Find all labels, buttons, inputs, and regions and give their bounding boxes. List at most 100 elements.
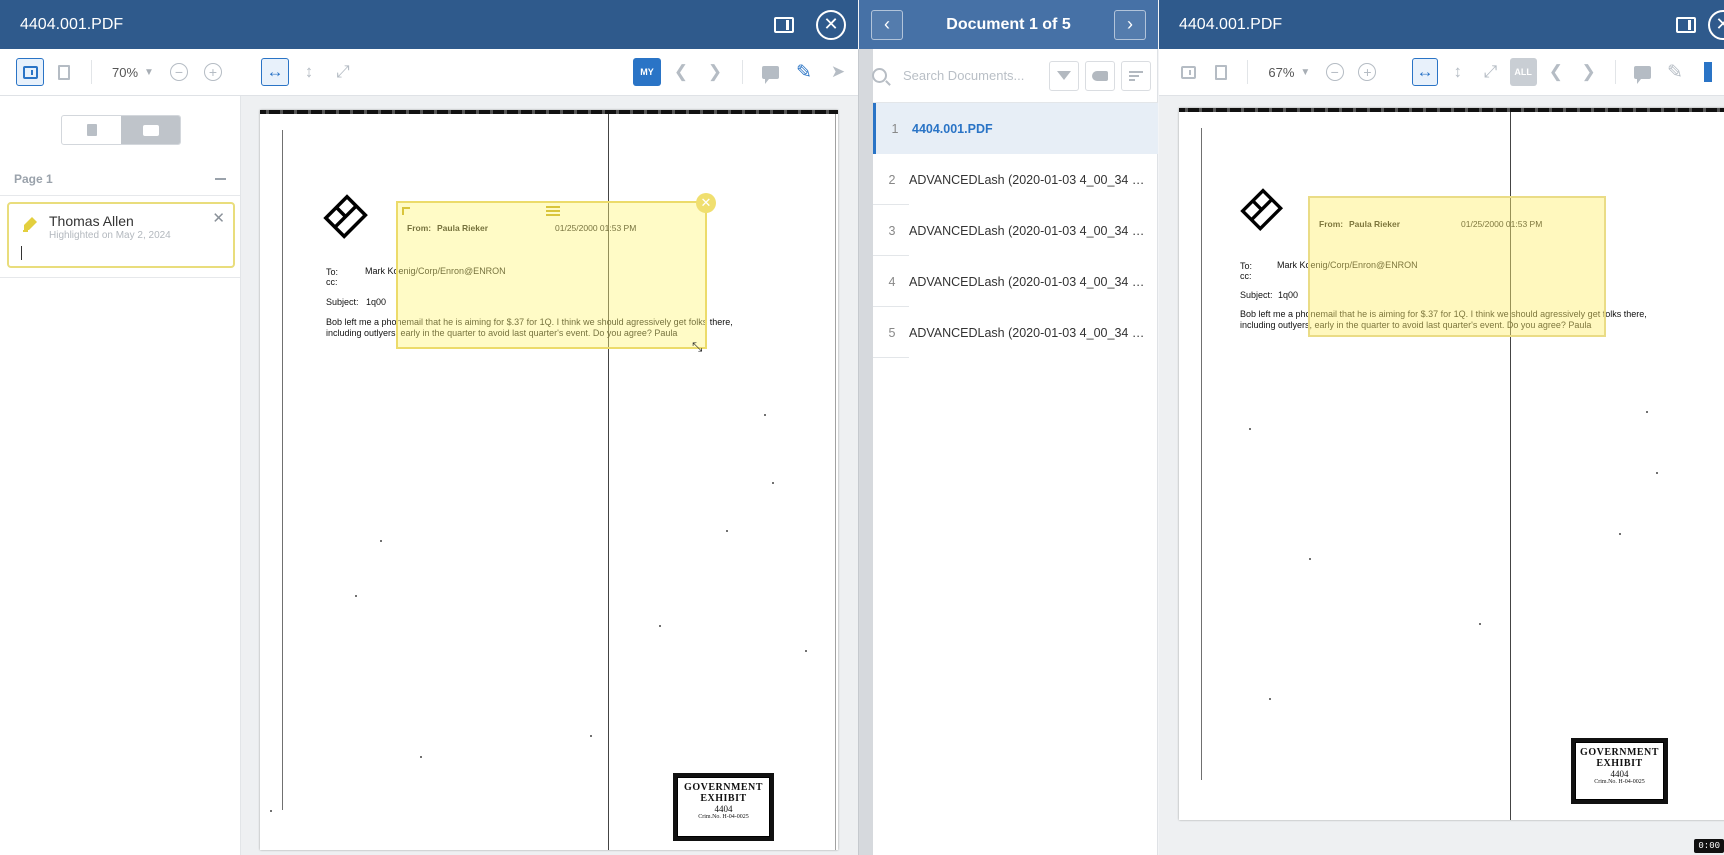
document-list-panel: 1 4404.001.PDF 2 ADVANCEDLash (2020-01-0… [872,49,1158,855]
comment-text-cursor[interactable] [21,246,22,260]
fit-width-button[interactable]: ↔ [1411,58,1439,86]
resize-corner-handle[interactable] [402,207,410,215]
highlight-selection[interactable] [396,201,707,349]
next-annotation-button[interactable]: ❯ [1575,58,1602,86]
tag-button[interactable] [1085,60,1115,91]
filter-icon [1057,71,1071,80]
left-document-viewer[interactable]: From: Paula Rieker 01/25/2000 01:53 PM T… [241,96,858,855]
highlight-tool-button[interactable]: ✎ [790,58,818,86]
left-viewer-title: 4404.001.PDF [20,15,124,33]
fit-page-button[interactable]: ⤢ [329,58,357,86]
annotations-sidebar: Page 1 Thomas Allen Highlighted on May 2… [0,96,241,855]
chevron-left-icon: ❮ [1548,62,1563,81]
document-gear-icon [1215,64,1228,80]
right-viewer-title: 4404.001.PDF [1179,15,1283,33]
pdf-page[interactable]: From: Paula Rieker 01/25/2000 01:53 PM T… [1179,108,1724,820]
remove-highlight-button[interactable]: ✕ [696,193,716,213]
close-viewer-button[interactable]: ✕ [1708,9,1724,40]
comment-tool-button[interactable] [756,58,784,86]
previous-annotation-button[interactable]: ❮ [1543,58,1570,86]
fit-height-button[interactable]: ↕ [295,58,323,86]
previous-document-button[interactable]: ‹ [871,9,903,40]
toggle-panel-icon[interactable] [1676,16,1696,33]
enron-logo [323,194,368,239]
next-annotation-button[interactable]: ❯ [701,58,729,86]
plus-circle-icon: + [203,63,222,81]
sort-button[interactable] [1121,60,1151,91]
close-viewer-button[interactable]: ✕ [816,9,846,40]
toolbar-divider [1614,60,1616,84]
collapse-icon[interactable] [215,178,226,180]
divider [0,195,240,196]
comment-tool-button[interactable] [1629,58,1656,86]
minus-circle-icon: − [169,63,188,81]
fit-height-button[interactable]: ↕ [1444,58,1471,86]
stamp-line: Crim.No. H-04-0025 [698,814,749,820]
zoom-in-button[interactable]: + [1354,58,1381,86]
scan-line [835,114,836,850]
cursor-icon: ➤ [830,62,846,81]
scan-speck [805,650,807,652]
chevron-right-icon: ❯ [1581,62,1596,81]
toolbar-divider [91,60,92,84]
delete-annotation-button[interactable]: ✕ [212,209,225,227]
panel-splitter[interactable] [858,49,873,855]
document-name: ADVANCEDLash (2020-01-03 4_00_34 PM).... [909,274,1149,289]
toggle-panel-icon[interactable] [774,16,794,33]
scan-speck [772,482,774,484]
fit-width-icon: ↔ [1416,62,1434,81]
fit-width-button[interactable]: ↔ [260,58,289,86]
close-icon: ✕ [1715,14,1724,34]
email-subject-value: 1q00 [1278,290,1299,300]
right-viewer-titlebar: 4404.001.PDF ✕ [1159,0,1724,49]
zoom-in-button[interactable]: + [199,58,227,86]
select-tool-button[interactable] [1694,58,1721,86]
close-icon: ✕ [823,14,839,34]
zoom-out-button[interactable]: − [165,58,193,86]
document-row[interactable]: 2 ADVANCEDLash (2020-01-03 4_00_34 PM)..… [873,154,1158,205]
email-subject-label: Subject: [1240,290,1273,300]
previous-annotation-button[interactable]: ❮ [667,58,695,86]
zoom-out-button[interactable]: − [1321,58,1348,86]
document-settings-button[interactable] [50,58,78,86]
drag-handle-icon[interactable] [546,206,560,216]
next-document-button[interactable]: › [1114,9,1146,40]
document-row[interactable]: 4 ADVANCEDLash (2020-01-03 4_00_34 PM)..… [873,256,1158,307]
zoom-select[interactable]: 67% ▼ [1268,65,1310,80]
plus-circle-icon: + [1358,63,1377,81]
document-row[interactable]: 5 ADVANCEDLash (2020-01-03 4_00_34 PM)..… [873,307,1158,358]
document-row[interactable]: 3 ADVANCEDLash (2020-01-03 4_00_34 PM)..… [873,205,1158,256]
page-group-header[interactable]: Page 1 [14,172,226,186]
chevron-left-icon: ‹ [884,14,890,34]
resize-handle-icon[interactable]: ⤡ [692,339,702,355]
email-subject-label: Subject: [326,297,359,307]
scan-speck [1656,472,1658,474]
annotation-card[interactable]: Thomas Allen Highlighted on May 2, 2024 … [7,202,235,268]
email-cc-label: cc: [1240,271,1252,281]
cursor-icon [1703,62,1712,82]
annotations-tab[interactable] [121,116,180,144]
filter-button[interactable] [1049,60,1079,91]
scan-edge [1179,108,1724,112]
highlighter-icon: ✎ [1667,61,1683,83]
stamp-line: EXHIBIT [700,793,747,804]
stamp-line: GOVERNMENT [684,782,763,793]
pdf-page[interactable]: From: Paula Rieker 01/25/2000 01:53 PM T… [260,110,838,850]
scan-speck [380,540,382,542]
fit-page-button[interactable]: ⤢ [1477,58,1504,86]
document-row[interactable]: 1 4404.001.PDF [873,103,1158,154]
all-annotations-button[interactable]: ALL [1509,58,1537,86]
highlight-tool-button[interactable]: ✎ [1662,58,1689,86]
thumbnails-tab[interactable] [62,116,121,144]
my-annotations-button[interactable]: MY [633,58,661,86]
toggle-sidebar-button[interactable] [16,58,44,86]
select-tool-button[interactable]: ➤ [824,58,852,86]
right-document-viewer[interactable]: From: Paula Rieker 01/25/2000 01:53 PM T… [1159,96,1724,855]
document-index: 1 [891,121,899,136]
search-documents-input[interactable] [903,68,1043,83]
stamp-line: GOVERNMENT [1580,747,1659,758]
toggle-sidebar-button[interactable] [1175,58,1202,86]
highlight-region[interactable] [1308,196,1606,337]
zoom-select[interactable]: 70% ▼ [112,65,154,80]
document-settings-button[interactable] [1208,58,1235,86]
